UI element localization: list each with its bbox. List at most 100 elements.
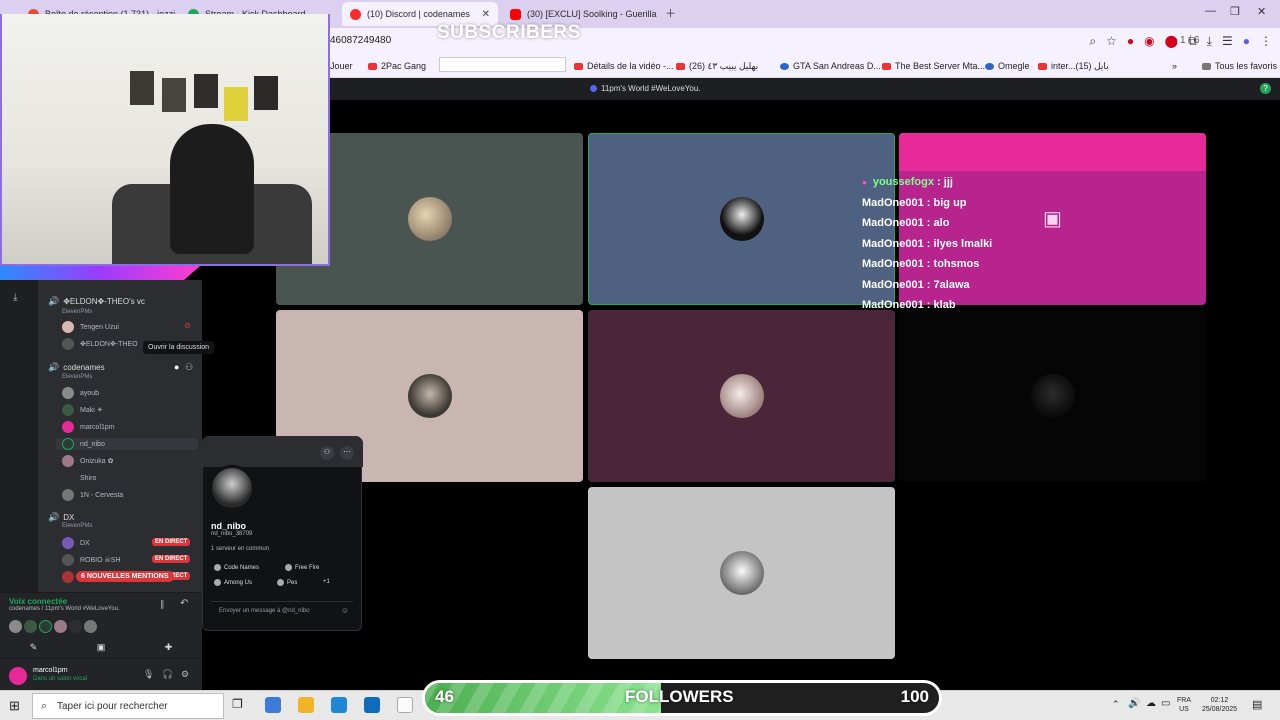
voice-location[interactable]: codenames / 11pm's World #WeLoveYou. <box>9 606 120 612</box>
battery-icon[interactable]: ▭ <box>1161 698 1170 709</box>
message-input[interactable]: Envoyer un message à @nd_nibo ☺ <box>211 601 353 619</box>
folder-icon <box>1202 62 1211 70</box>
voice-channel-codenames[interactable]: 🔊 codenames <box>48 362 105 373</box>
outlook-icon[interactable] <box>364 697 380 713</box>
bookmark[interactable]: 2Pac Gang <box>368 61 426 71</box>
notepad-icon[interactable] <box>397 697 413 713</box>
list-item-selected[interactable]: nd_nibo <box>56 438 198 450</box>
chat-user: MadOne001 <box>862 237 924 250</box>
add-friend-icon[interactable]: ⚇ <box>320 446 334 460</box>
gear-icon[interactable]: ⚙ <box>181 669 189 680</box>
live-badge: EN DIRECT <box>152 555 191 563</box>
language-indicator[interactable]: FRA US <box>1177 696 1191 714</box>
profile-icon[interactable]: ● <box>1243 34 1250 49</box>
activity-more[interactable]: +1 <box>323 579 330 585</box>
bookmark-all[interactable]: Tous les favoris <box>1202 61 1277 71</box>
gamepad-icon[interactable]: ✚ <box>165 642 173 653</box>
wall-poster <box>194 74 218 108</box>
list-item[interactable]: marcol1pm <box>62 421 115 433</box>
list-item[interactable]: Maki ☀ <box>62 404 103 416</box>
volume-icon[interactable]: 🔊 <box>1128 698 1140 709</box>
youtube-icon <box>882 62 891 70</box>
bookmark[interactable]: GTA San Andreas D... <box>780 61 881 71</box>
channel-owner: ElevenPMs <box>62 309 93 315</box>
network-icon[interactable]: ☁ <box>1146 698 1156 709</box>
download-icon[interactable]: ⤓ <box>13 292 17 303</box>
followers-goal: 100 <box>900 687 929 706</box>
bookmarks-overflow[interactable]: » <box>1172 61 1177 71</box>
avatar <box>62 554 74 566</box>
youtube-icon <box>574 62 583 70</box>
list-item[interactable]: 1N - Cervesta <box>62 489 123 501</box>
pencil-icon[interactable]: ✎ <box>30 642 38 653</box>
bookmark[interactable]: Détails de la vidéo -... <box>574 61 674 71</box>
signal-icon[interactable]: ∥ <box>160 599 165 610</box>
avatar <box>1030 374 1075 418</box>
close-window-icon[interactable]: ✕ <box>1257 5 1266 18</box>
list-item[interactable]: Onizuka ✿ <box>62 455 114 467</box>
headphones-icon[interactable]: 🎧 <box>162 669 173 680</box>
voice-tile[interactable] <box>588 487 895 659</box>
voice-channel[interactable]: 🔊 DX <box>48 512 74 523</box>
bookmark[interactable]: بهليل يبيب ٤٣ (26) <box>676 61 758 72</box>
menu-icon[interactable]: ☰ <box>1222 34 1233 49</box>
voice-channel[interactable]: 🔊 ✥ELDON✥-THEO's vc <box>48 296 145 307</box>
star-icon[interactable]: ☆ <box>1106 34 1117 49</box>
taskbar-search[interactable]: ⌕ Taper ici pour rechercher <box>32 693 224 719</box>
voice-tile-speaking[interactable] <box>588 133 895 305</box>
server-rail: ⤓ <box>0 280 38 592</box>
task-view-icon[interactable]: ❐ <box>232 697 248 713</box>
emoji-icon[interactable]: ☺ <box>341 606 349 615</box>
avatar <box>719 197 764 241</box>
puzzle-icon[interactable]: ⧉ <box>1188 34 1197 49</box>
new-mentions-badge[interactable]: 6 NOUVELLES MENTIONS <box>76 571 174 582</box>
bookmark[interactable]: Jouer <box>330 61 353 71</box>
windows-start-icon[interactable]: ⊞ <box>9 698 20 714</box>
microphone-icon[interactable]: 🎙 <box>143 669 154 680</box>
extension-icon[interactable]: ● <box>1127 34 1134 49</box>
list-item[interactable]: ROBIO ☠SH <box>62 554 121 566</box>
close-icon[interactable]: ✕ <box>482 9 490 20</box>
avatar[interactable] <box>9 667 27 685</box>
mutual-servers[interactable]: 1 serveur en commun <box>211 546 269 552</box>
vscode-icon[interactable] <box>331 697 347 713</box>
add-member-icon[interactable]: ⚇ <box>185 362 193 373</box>
avatar <box>719 374 764 418</box>
chat-bubble-icon[interactable]: ● <box>174 362 179 372</box>
bookmark[interactable]: inter...بايل (15) <box>1038 61 1109 72</box>
screen-share-icon[interactable]: ▣ <box>97 642 106 653</box>
voice-tile[interactable] <box>588 310 895 482</box>
minimize-icon[interactable]: — <box>1205 5 1216 17</box>
game-icon <box>214 564 221 571</box>
extension-icon[interactable]: ◉ <box>1144 34 1154 49</box>
list-item[interactable]: Shiro <box>62 472 96 484</box>
more-icon[interactable]: ⋮ <box>1260 34 1272 49</box>
file-explorer-icon[interactable] <box>298 697 314 713</box>
list-item[interactable]: DX <box>62 537 90 549</box>
channel-owner: ElevenPMs <box>62 523 93 529</box>
bookmark[interactable]: The Best Server Mta... <box>882 61 985 71</box>
zoom-icon[interactable]: ⌕ <box>1089 34 1096 49</box>
taskbar-clock[interactable]: 02:12 25/08/2025 <box>1202 696 1237 714</box>
voice-tile[interactable] <box>899 310 1206 482</box>
notifications-icon[interactable]: ▤ <box>1252 698 1262 711</box>
person-silhouette <box>170 124 254 254</box>
disconnect-icon[interactable]: ↶ <box>180 598 188 609</box>
list-item[interactable]: Tengen Uzui <box>62 321 119 333</box>
list-item[interactable]: ✥ELDON✥-THEO <box>62 338 138 350</box>
bookmark[interactable]: Omegle <box>985 61 1030 71</box>
list-item[interactable]: ayoub <box>62 387 99 399</box>
chat-message: MadOne001 : ilyes lmalki <box>862 237 993 250</box>
help-icon[interactable]: ? <box>1260 83 1271 94</box>
chat-text: jjj <box>943 176 953 189</box>
url-text[interactable]: 46087249480 <box>330 35 391 46</box>
more-options-icon[interactable]: ⋯ <box>340 446 354 460</box>
extension-icon[interactable]: ⬤ <box>1165 34 1178 49</box>
chevron-up-icon[interactable]: ⌃ <box>1112 699 1120 710</box>
speaker-icon: 🔊 <box>48 362 60 372</box>
store-icon[interactable] <box>265 697 281 713</box>
download-icon[interactable]: ⤓ <box>1207 34 1212 49</box>
avatar <box>62 421 74 433</box>
maximize-icon[interactable]: ❐ <box>1230 5 1240 18</box>
new-tab-icon[interactable]: ＋ <box>665 5 676 21</box>
